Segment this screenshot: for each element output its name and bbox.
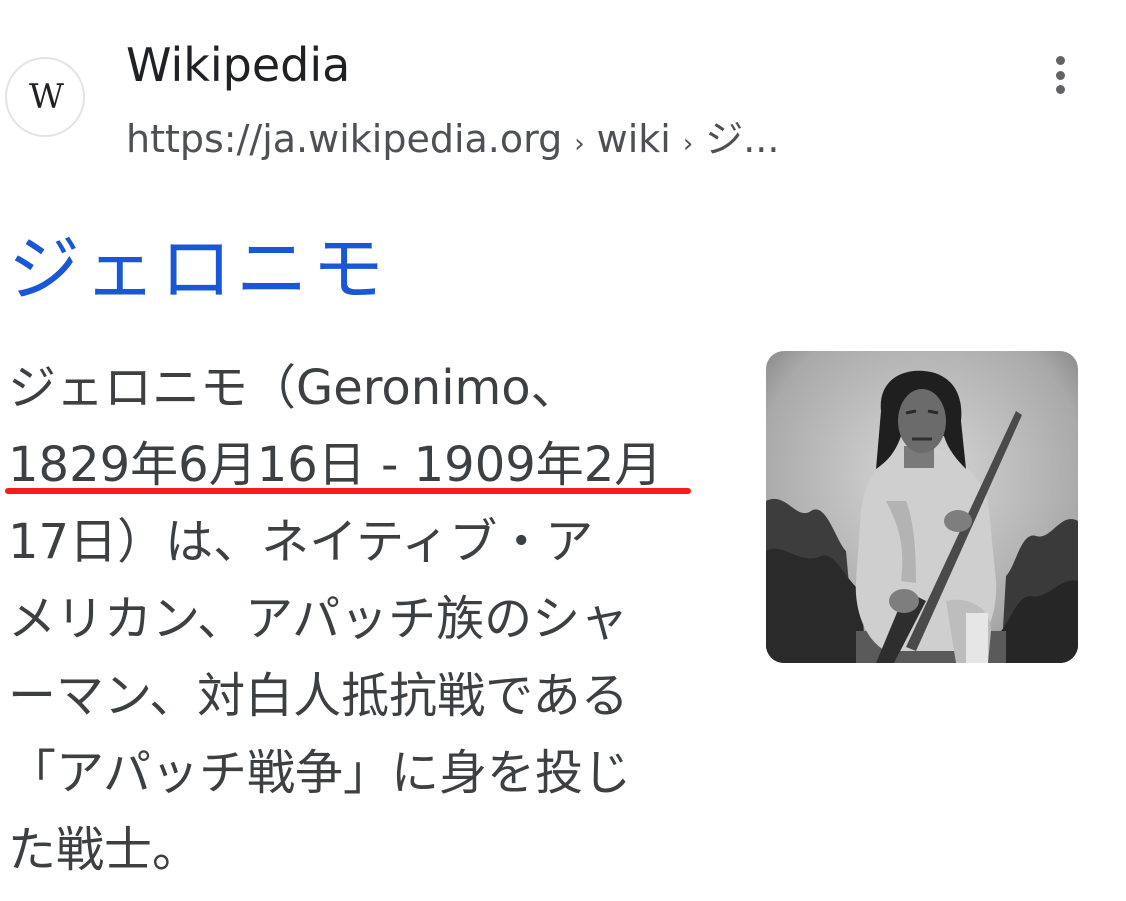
url-path-title: ジ... xyxy=(705,117,780,161)
site-url: https://ja.wikipedia.org › wiki › ジ... xyxy=(126,108,779,163)
result-title-link[interactable]: ジェロニモ xyxy=(8,210,388,315)
wikipedia-favicon: W xyxy=(5,57,85,137)
search-result-card: W Wikipedia https://ja.wikipedia.org › w… xyxy=(0,0,1126,901)
snippet-line: メリカン、アパッチ族のシャ xyxy=(8,591,629,647)
snippet-line: た戦士。 xyxy=(8,822,201,878)
url-domain: https://ja.wikipedia.org xyxy=(126,117,563,161)
result-thumbnail[interactable] xyxy=(766,351,1078,663)
breadcrumb-separator: › xyxy=(574,129,585,159)
snippet-line: 「アパッチ戦争」に身を投じ xyxy=(8,745,632,801)
snippet-line: ジェロニモ（Geronimo、 xyxy=(8,360,579,416)
breadcrumb-separator: › xyxy=(682,129,694,159)
result-snippet: ジェロニモ（Geronimo、 1829年6月16日 - 1909年2月 17日… xyxy=(8,350,708,889)
favicon-letter: W xyxy=(29,77,64,117)
url-path-wiki: wiki xyxy=(596,117,671,161)
red-underline-annotation xyxy=(5,488,691,494)
portrait-photo xyxy=(766,351,1078,663)
site-name: Wikipedia xyxy=(126,38,351,92)
more-vert-icon[interactable] xyxy=(1040,50,1080,100)
snippet-line: ーマン、対白人抵抗戦である xyxy=(8,668,629,724)
result-source[interactable]: W Wikipedia https://ja.wikipedia.org › w… xyxy=(0,0,1126,170)
snippet-line: 17日）は、ネイティブ・ア xyxy=(8,514,594,570)
